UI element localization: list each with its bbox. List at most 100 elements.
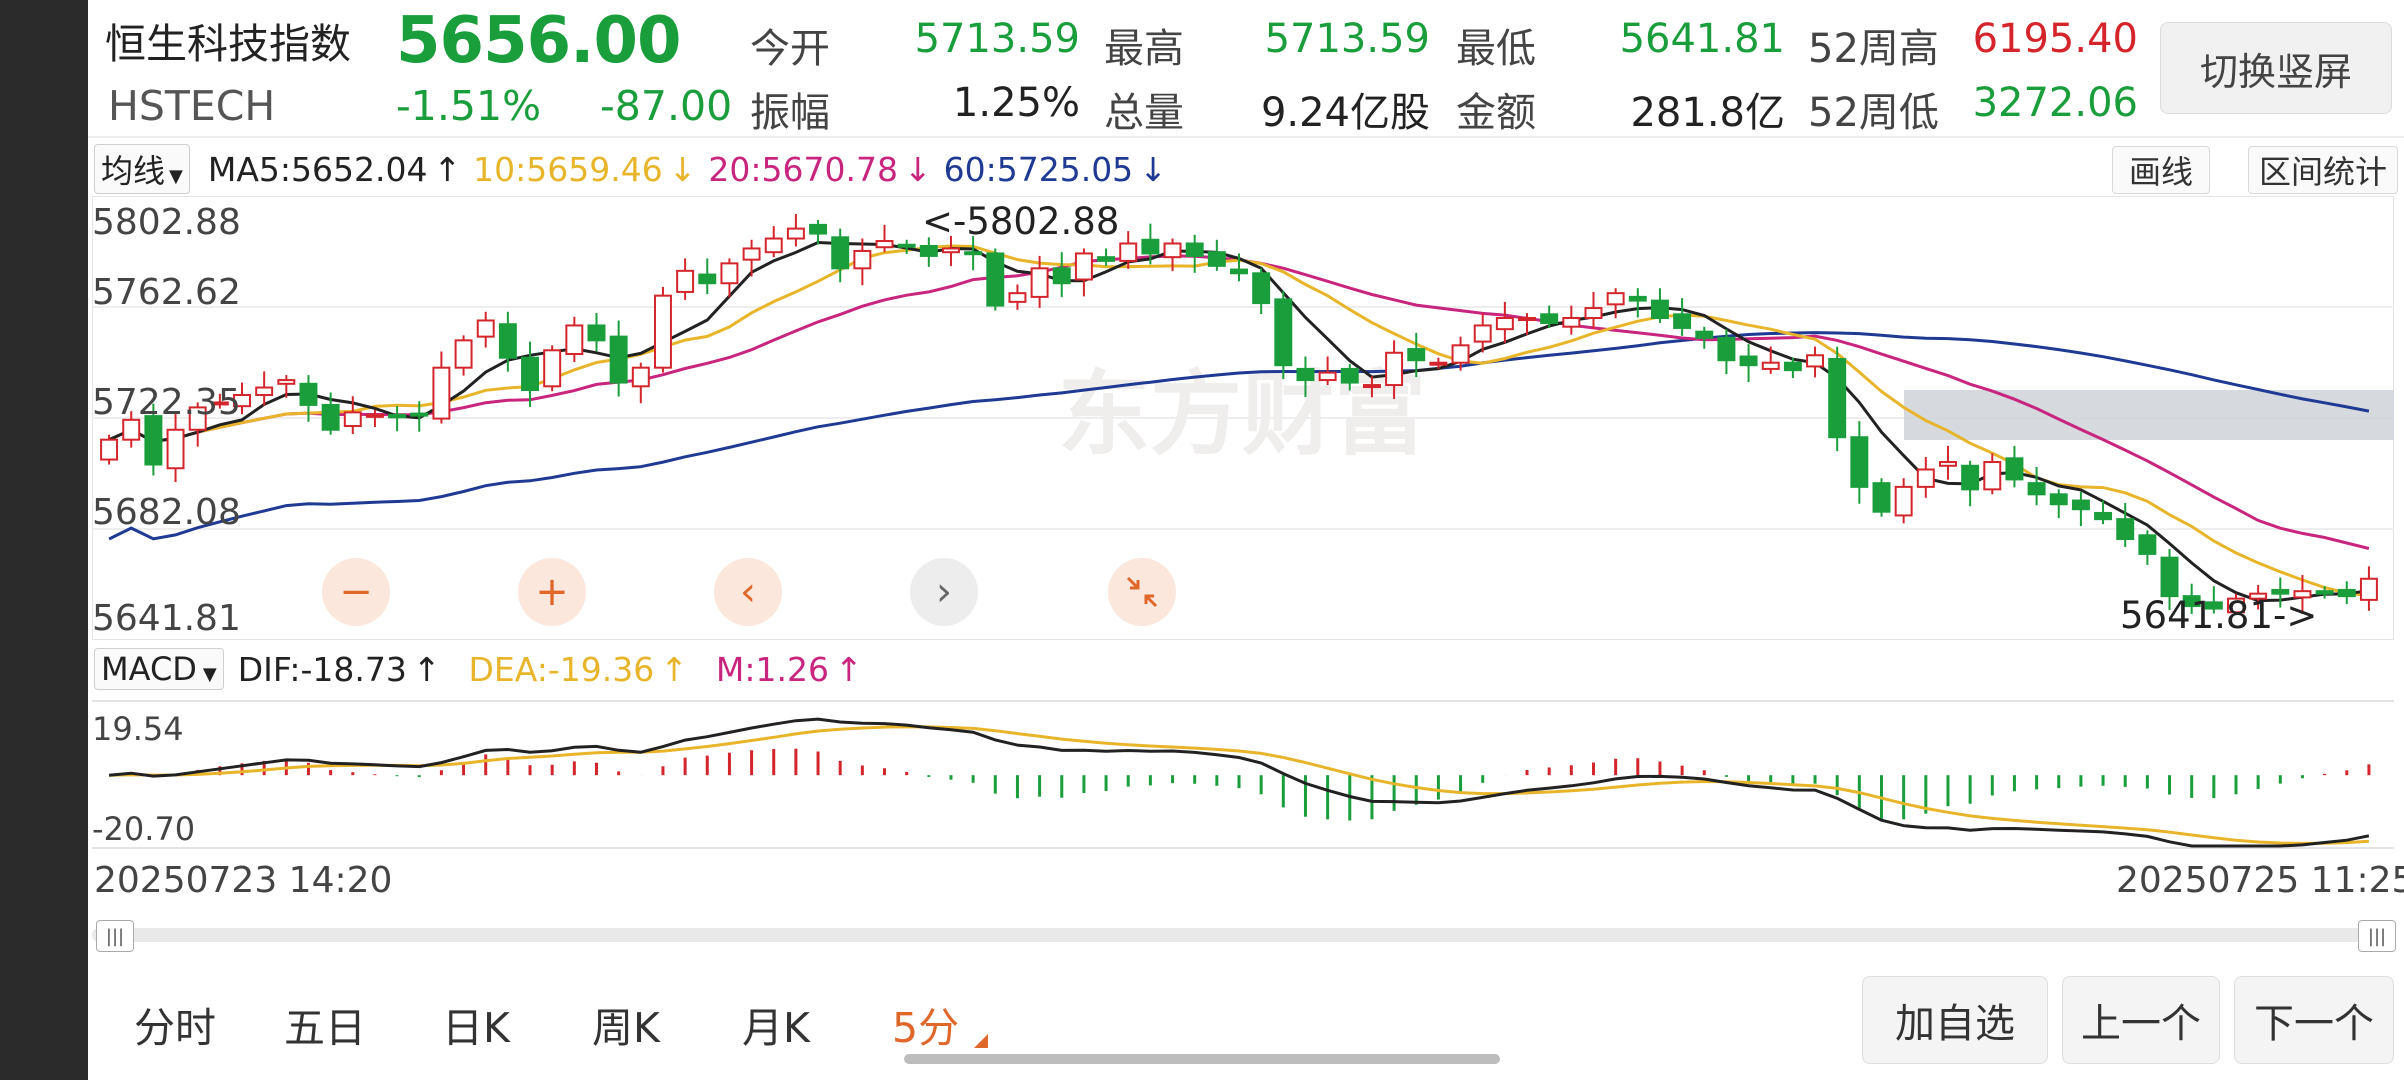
candle-body	[1673, 313, 1692, 329]
candle-body	[277, 379, 296, 385]
range-scrollbar[interactable]	[92, 928, 2394, 942]
chevron-right-icon[interactable]: ›	[910, 558, 978, 626]
macd-dropdown-label: MACD	[101, 650, 197, 688]
candle-body	[942, 247, 960, 254]
tab-weekly-k[interactable]: 周K	[592, 994, 660, 1054]
zoom-out-icon[interactable]: −	[322, 558, 390, 626]
stat-label-high: 最高	[1104, 26, 1184, 72]
candle-body	[1097, 256, 1116, 262]
candle-body	[1761, 361, 1780, 370]
ma-dropdown[interactable]: 均线 ▼	[94, 144, 190, 194]
candle-body	[1252, 272, 1271, 305]
range-handle-right[interactable]: |||	[2358, 920, 2396, 952]
change-amount: -87.00	[600, 82, 733, 130]
tab-daily-k[interactable]: 日K	[442, 994, 510, 1054]
candle-body	[1872, 482, 1891, 513]
macd-y-top: 19.54	[92, 710, 184, 748]
candle-body	[1695, 330, 1714, 339]
tab-five-day[interactable]: 五日	[284, 994, 366, 1054]
candle-body	[2337, 588, 2356, 598]
dea-arrow: ↑	[660, 649, 688, 689]
candle-body	[1961, 464, 1980, 491]
candle-body	[1407, 348, 1426, 362]
zoom-in-icon[interactable]: +	[518, 558, 586, 626]
dea-value: DEA:-19.36	[468, 649, 655, 689]
candle-body	[1495, 317, 1514, 331]
candle-body	[1894, 485, 1913, 517]
stat-value-volume: 9.24亿股	[1260, 90, 1430, 136]
candle-body	[676, 269, 695, 293]
candle-body	[1362, 384, 1381, 389]
candle-body	[698, 273, 717, 285]
switch-portrait-button[interactable]: 切换竖屏	[2160, 22, 2392, 114]
candle-body	[1207, 251, 1226, 267]
ma60-arrow: ↓	[1139, 149, 1167, 189]
ma5-arrow: ↑	[433, 149, 462, 189]
candle-body	[831, 236, 850, 270]
previous-button[interactable]: 上一个	[2062, 976, 2220, 1064]
index-name: 恒生科技指数	[105, 20, 351, 68]
candle-body	[1030, 267, 1049, 298]
add-watchlist-button[interactable]: 加自选	[1862, 976, 2048, 1064]
stat-value-open: 5713.59	[914, 16, 1080, 62]
candle-body	[1850, 436, 1869, 488]
macd-dropdown[interactable]: MACD ▼	[94, 648, 224, 690]
tab-menu-corner-icon	[974, 1034, 988, 1048]
last-price: 5656.00	[396, 4, 681, 78]
candle-body	[476, 319, 495, 338]
chevron-left-icon[interactable]: ‹	[714, 558, 782, 626]
stat-value-amplitude: 1.25%	[952, 80, 1080, 126]
tab-intraday[interactable]: 分时	[134, 994, 216, 1054]
candle-body	[321, 403, 340, 431]
range-stats-button[interactable]: 区间统计	[2248, 146, 2398, 194]
ma-dropdown-label: 均线	[101, 152, 166, 190]
header-divider	[88, 136, 2404, 138]
candle-body	[2094, 511, 2113, 521]
ma60-value: 60:5725.05	[943, 149, 1134, 189]
ma-legend-row: 均线 ▼ MA5:5652.04 ↑ 10:5659.46 ↓ 20:5670.7…	[94, 144, 1167, 194]
candle-body	[875, 240, 894, 249]
candle-body	[786, 227, 805, 240]
candle-body	[742, 247, 761, 261]
stat-value-low: 5641.81	[1619, 16, 1785, 62]
system-edge-bar	[0, 0, 88, 1080]
y-label-5: 5641.81	[92, 598, 241, 639]
candle-body	[1584, 307, 1603, 320]
candle-body	[1518, 317, 1536, 322]
candle-body	[1739, 355, 1758, 367]
candle-body	[764, 237, 783, 254]
candle-body	[1385, 351, 1404, 387]
ma20-value: 20:5670.78	[708, 149, 898, 189]
stat-value-52w-high: 6195.40	[1972, 16, 2138, 62]
macd-legend-row: MACD ▼ DIF:-18.73 ↑ DEA:-19.36 ↑ M:1.26 ↑	[94, 646, 863, 692]
candle-body	[1052, 267, 1071, 285]
candle-body	[631, 366, 650, 388]
candle-body	[1916, 468, 1935, 488]
next-button[interactable]: 下一个	[2234, 976, 2394, 1064]
ma10-arrow: ↓	[668, 149, 697, 189]
candle-body	[166, 428, 185, 470]
candle-body	[255, 386, 274, 396]
caret-down-icon: ▼	[202, 664, 217, 685]
candle-body	[897, 243, 916, 248]
candle-body	[1717, 336, 1736, 362]
draw-line-button[interactable]: 画线	[2112, 146, 2210, 194]
candle-body	[1783, 361, 1802, 372]
tab-5min[interactable]: 5分	[892, 994, 959, 1054]
shrink-icon[interactable]	[1108, 558, 1176, 626]
candle-body	[1938, 461, 1957, 467]
tab-monthly-k[interactable]: 月K	[742, 994, 810, 1054]
candle-body	[1451, 344, 1470, 364]
kline-chart[interactable]: 东方财富	[92, 196, 2394, 640]
candle-body	[653, 294, 672, 369]
stat-label-52w-low: 52周低	[1808, 90, 1939, 136]
candle-body	[853, 249, 872, 270]
candle-body	[1473, 324, 1492, 343]
candle-body	[2116, 518, 2135, 541]
candle-body	[2071, 499, 2090, 511]
macd-chart[interactable]	[92, 700, 2394, 850]
price-zone-band	[1904, 390, 2394, 440]
candle-body	[1540, 313, 1559, 324]
range-handle-left[interactable]: |||	[96, 920, 134, 952]
candle-body	[587, 324, 606, 342]
